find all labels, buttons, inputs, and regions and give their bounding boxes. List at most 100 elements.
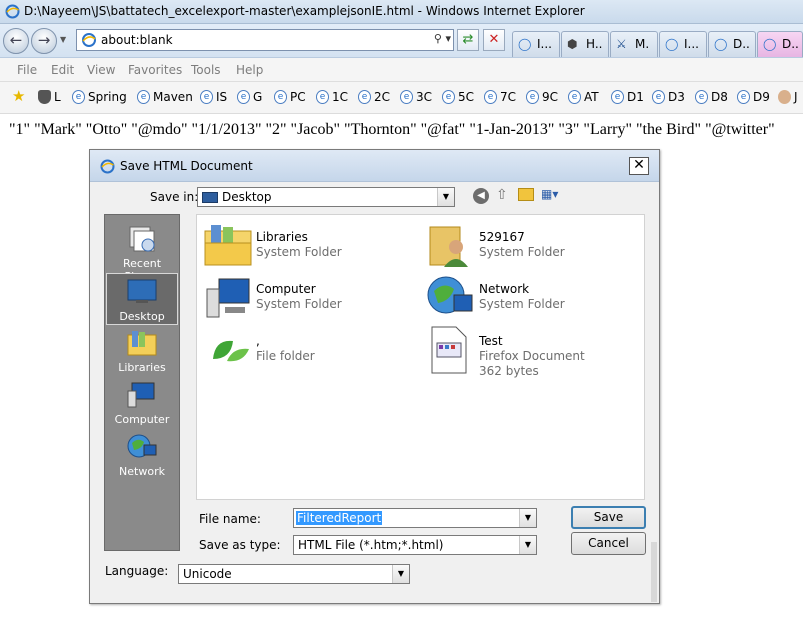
ie-icon: e — [400, 90, 413, 104]
file-type: File folder — [256, 349, 315, 363]
forward-button[interactable]: → — [31, 28, 57, 54]
file-size: 362 bytes — [479, 364, 539, 378]
window-titlebar: D:\Nayeem\JS\battatech_excelexport-maste… — [0, 0, 803, 24]
close-icon: ✕ — [633, 157, 645, 173]
file-name-value[interactable]: FilteredReport — [296, 511, 383, 525]
save-html-dialog: Save HTML Document ✕ Save in: Desktop ▼ … — [89, 149, 660, 604]
menu-view[interactable]: View — [87, 63, 115, 77]
favorite-link[interactable]: J — [778, 90, 798, 104]
file-item-test[interactable]: Test Firefox Document 362 bytes — [426, 325, 636, 378]
chevron-down-icon[interactable]: ▼ — [519, 509, 536, 527]
favorite-link[interactable]: e 3C — [400, 90, 432, 104]
save-in-label: Save in: — [150, 190, 199, 204]
favorite-link[interactable]: e Maven — [137, 90, 193, 104]
ie-icon: ◯ — [518, 37, 532, 51]
favorite-label: IS — [216, 90, 228, 104]
address-bar[interactable]: about:blank ⚲ ▾ — [76, 29, 454, 51]
chevron-down-icon[interactable]: ▼ — [519, 536, 536, 554]
favorite-link[interactable]: e 7C — [484, 90, 516, 104]
browser-tab-active[interactable]: ◯ D.. — [757, 31, 803, 57]
file-type: System Folder — [479, 297, 565, 311]
browser-tab[interactable]: ◯ I... — [659, 31, 707, 57]
chevron-down-icon[interactable]: ▼ — [437, 188, 454, 206]
dialog-resize-scrollbar[interactable] — [651, 542, 657, 602]
favorite-link[interactable]: e D1 — [611, 90, 644, 104]
tab-label: D.. — [733, 37, 750, 51]
favorite-link[interactable]: e D3 — [652, 90, 685, 104]
favorite-link[interactable]: e Spring — [72, 90, 127, 104]
libraries-folder-icon — [204, 225, 252, 266]
favorite-link[interactable]: e D9 — [737, 90, 770, 104]
place-network[interactable]: Network — [106, 429, 178, 481]
browser-tab[interactable]: ◯ D.. — [708, 31, 756, 57]
favorite-link[interactable]: e AT — [568, 90, 599, 104]
back-folder-icon[interactable]: ◀ — [473, 188, 489, 204]
favorite-link[interactable]: e 1C — [316, 90, 348, 104]
favorite-link[interactable]: e 5C — [442, 90, 474, 104]
ie-icon: ◯ — [714, 37, 728, 51]
place-label: Libraries — [118, 361, 166, 374]
favorite-label: PC — [290, 90, 306, 104]
menu-tools[interactable]: Tools — [191, 63, 221, 77]
place-recent-places[interactable]: Recent Places — [106, 221, 178, 283]
favorite-link[interactable]: e D8 — [695, 90, 728, 104]
favorite-label: AT — [584, 90, 599, 104]
browser-tab[interactable]: ⬢ H.. — [561, 31, 609, 57]
address-search-icon[interactable]: ⚲ ▾ — [434, 32, 451, 45]
dialog-close-button[interactable]: ✕ — [629, 157, 649, 175]
favorite-link[interactable]: e 9C — [526, 90, 558, 104]
place-label: Desktop — [119, 310, 165, 323]
browser-tab[interactable]: ◯ I... — [512, 31, 560, 57]
file-name: Test — [479, 334, 503, 348]
favorite-link[interactable]: e IS — [200, 90, 227, 104]
up-folder-icon[interactable]: ⇧ — [496, 187, 508, 203]
file-item-network[interactable]: Network System Folder — [426, 273, 636, 325]
recent-places-icon — [129, 226, 155, 252]
ie-icon — [5, 4, 20, 19]
save-in-dropdown[interactable]: Desktop ▼ — [197, 187, 455, 207]
file-item-folder[interactable]: , File folder — [203, 325, 413, 377]
ie-icon: e — [358, 90, 371, 104]
refresh-button[interactable]: ⇄ — [457, 29, 479, 51]
favorite-link[interactable]: eG — [237, 90, 262, 104]
ie-icon: e — [72, 90, 85, 104]
favorite-label: 2C — [374, 90, 391, 104]
favorite-link[interactable]: L — [38, 90, 61, 104]
place-desktop[interactable]: Desktop — [106, 273, 178, 325]
menu-edit[interactable]: Edit — [51, 63, 74, 77]
chevron-down-icon[interactable]: ▼ — [392, 565, 409, 583]
ie-icon: e — [568, 90, 581, 104]
file-item-user-folder[interactable]: 529167 System Folder — [426, 221, 636, 273]
place-computer[interactable]: Computer — [106, 377, 178, 429]
document-icon — [431, 326, 467, 374]
ie-icon: e — [611, 90, 624, 104]
save-button[interactable]: Save — [571, 506, 646, 529]
browser-tab[interactable]: ⚔ M. — [610, 31, 658, 57]
new-folder-icon[interactable] — [518, 188, 534, 201]
favorite-label: 7C — [500, 90, 517, 104]
favorite-link[interactable]: e 2C — [358, 90, 390, 104]
back-button[interactable]: ← — [3, 28, 29, 54]
menu-file[interactable]: File — [17, 63, 37, 77]
file-item-libraries[interactable]: Libraries System Folder — [203, 221, 413, 273]
stop-button[interactable]: ✕ — [483, 29, 505, 51]
address-text[interactable]: about:blank — [101, 33, 173, 47]
favorite-link[interactable]: e PC — [274, 90, 306, 104]
file-item-computer[interactable]: Computer System Folder — [203, 273, 413, 325]
ie-icon: e — [526, 90, 539, 104]
file-name-field[interactable]: FilteredReport ▼ — [293, 508, 537, 528]
save-as-type-dropdown[interactable]: HTML File (*.htm;*.html) ▼ — [293, 535, 537, 555]
view-menu-icon[interactable]: ▦▾ — [541, 187, 558, 201]
favorites-bar: ★ L e Spring e Maven e IS eG e PC e 1C e 2C e3… — [0, 82, 803, 114]
computer-icon — [206, 278, 250, 318]
file-name: Computer — [256, 282, 316, 296]
places-bar: Recent Places Desktop Libraries Computer — [104, 214, 180, 551]
menu-favorites[interactable]: Favorites — [128, 63, 182, 77]
language-dropdown[interactable]: Unicode ▼ — [178, 564, 410, 584]
place-libraries[interactable]: Libraries — [106, 325, 178, 377]
cancel-button[interactable]: Cancel — [571, 532, 646, 555]
history-dropdown-icon[interactable]: ▼ — [60, 35, 70, 45]
language-value: Unicode — [183, 567, 232, 581]
menu-help[interactable]: Help — [236, 63, 263, 77]
stop-icon: ✕ — [488, 32, 500, 47]
